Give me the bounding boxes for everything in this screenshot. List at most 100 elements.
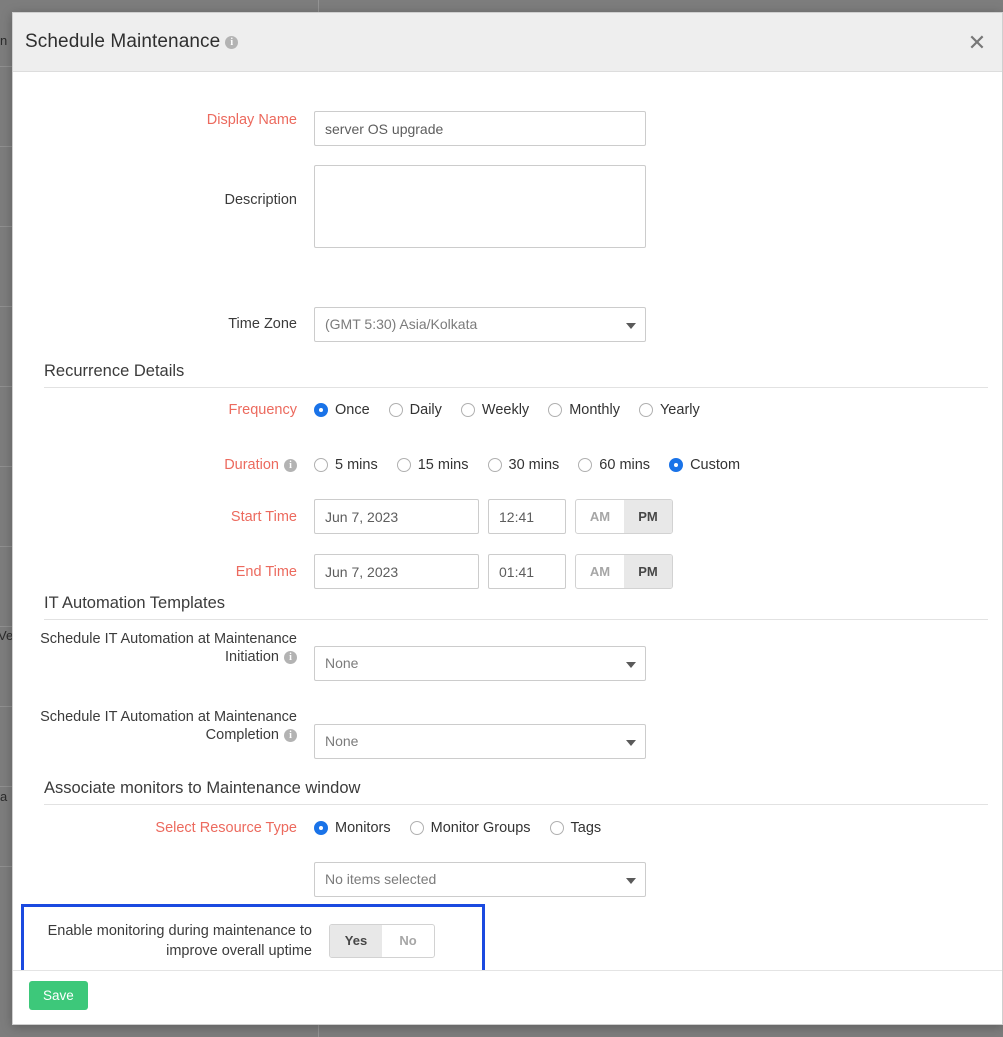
radio-label: Tags [571,820,602,836]
radio-label: Custom [690,457,740,473]
radio-resource-type-monitor-groups[interactable]: Monitor Groups [410,820,531,836]
radio-frequency-weekly[interactable]: Weekly [461,402,529,418]
divider [44,387,988,388]
field-row-start-time: Start Time AM PM [13,499,673,534]
automation-initiation-label: Schedule IT Automation at Maintenance In… [13,630,314,666]
description-textarea[interactable] [314,165,646,248]
chevron-down-icon [626,740,636,746]
automation-completion-label-line2-wrap: Completioni [13,726,297,744]
close-icon[interactable]: ✕ [964,30,990,56]
start-date-input[interactable] [314,499,479,534]
automation-completion-label: Schedule IT Automation at Maintenance Co… [13,708,314,744]
duration-radio-group: 5 mins 15 mins 30 mins 60 mins Custom [314,457,740,473]
end-meridiem-am[interactable]: AM [576,555,624,588]
field-row-description: Description [13,165,646,248]
automation-initiation-label-line2: Initiation [225,649,279,665]
enable-monitoring-highlight: Enable monitoring during maintenance to … [21,904,485,978]
monitors-select-value: No items selected [325,871,436,887]
end-date-input[interactable] [314,554,479,589]
backdrop-text-fragment: n [0,33,7,48]
radio-frequency-daily[interactable]: Daily [389,402,442,418]
automation-initiation-select[interactable]: None [314,646,646,681]
enable-monitoring-label-line1: Enable monitoring during maintenance to [24,921,312,941]
duration-label-text: Duration [224,457,279,473]
radio-label: 5 mins [335,457,378,473]
save-button[interactable]: Save [29,981,88,1010]
time-zone-select[interactable]: (GMT 5:30) Asia/Kolkata [314,307,646,342]
info-icon[interactable]: i [284,651,297,664]
end-time-label: End Time [13,563,314,581]
enable-monitoring-no[interactable]: No [382,925,434,957]
radio-dot-icon [548,403,562,417]
info-icon[interactable]: i [284,729,297,742]
start-meridiem-am[interactable]: AM [576,500,624,533]
automation-completion-label-line1: Schedule IT Automation at Maintenance [13,708,297,726]
radio-label: Monitors [335,820,391,836]
frequency-label: Frequency [13,401,314,419]
section-title: IT Automation Templates [44,594,988,619]
automation-completion-select[interactable]: None [314,724,646,759]
enable-monitoring-label: Enable monitoring during maintenance to … [24,921,329,961]
start-time-meridiem-toggle: AM PM [575,499,673,534]
radio-label: Weekly [482,402,529,418]
radio-frequency-monthly[interactable]: Monthly [548,402,620,418]
automation-completion-value: None [325,733,358,749]
start-meridiem-pm[interactable]: PM [624,500,672,533]
radio-duration-custom[interactable]: Custom [669,457,740,473]
radio-duration-5-mins[interactable]: 5 mins [314,457,378,473]
info-icon[interactable]: i [225,36,238,49]
radio-dot-icon [397,458,411,472]
backdrop-text-fragment: a [0,789,7,804]
time-zone-value: (GMT 5:30) Asia/Kolkata [325,316,477,332]
enable-monitoring-yes[interactable]: Yes [330,925,382,957]
divider [44,619,988,620]
automation-initiation-label-line1: Schedule IT Automation at Maintenance [13,630,297,648]
radio-duration-15-mins[interactable]: 15 mins [397,457,469,473]
field-row-resource-type: Select Resource Type Monitors Monitor Gr… [13,819,601,837]
field-row-items-select: No items selected [13,862,646,897]
radio-frequency-once[interactable]: Once [314,402,370,418]
enable-monitoring-label-line2: improve overall uptime [24,941,312,961]
radio-label: Once [335,402,370,418]
radio-dot-icon [639,403,653,417]
end-time-input[interactable] [488,554,566,589]
time-zone-label: Time Zone [13,307,314,333]
dialog-title-text: Schedule Maintenance [25,31,220,52]
radio-dot-icon [550,821,564,835]
radio-label: 15 mins [418,457,469,473]
radio-dot-icon [578,458,592,472]
field-row-duration: Duration i 5 mins 15 mins 30 mins 60 mins [13,456,740,474]
radio-resource-type-tags[interactable]: Tags [550,820,602,836]
section-title: Associate monitors to Maintenance window [44,779,988,804]
radio-label: Monitor Groups [431,820,531,836]
radio-dot-icon [410,821,424,835]
radio-label: Monthly [569,402,620,418]
radio-duration-30-mins[interactable]: 30 mins [488,457,560,473]
field-row-automation-completion: Schedule IT Automation at Maintenance Co… [13,708,646,759]
dialog-body: Display Name Description Time Zone (GMT … [13,72,1002,972]
radio-duration-60-mins[interactable]: 60 mins [578,457,650,473]
radio-frequency-yearly[interactable]: Yearly [639,402,700,418]
radio-label: Yearly [660,402,700,418]
radio-label: 30 mins [509,457,560,473]
section-recurrence-details: Recurrence Details [44,362,988,388]
start-time-label: Start Time [13,508,314,526]
info-icon[interactable]: i [284,459,297,472]
divider [44,804,988,805]
description-label: Description [13,165,314,209]
field-row-automation-initiation: Schedule IT Automation at Maintenance In… [13,630,646,681]
display-name-input[interactable] [314,111,646,146]
section-it-automation-templates: IT Automation Templates [44,594,988,620]
start-time-input[interactable] [488,499,566,534]
end-time-meridiem-toggle: AM PM [575,554,673,589]
dialog-header: Schedule Maintenance i ✕ [13,13,1002,72]
radio-dot-icon [669,458,683,472]
radio-resource-type-monitors[interactable]: Monitors [314,820,391,836]
schedule-maintenance-dialog: Schedule Maintenance i ✕ Display Name Des… [12,12,1003,1025]
monitors-select[interactable]: No items selected [314,862,646,897]
radio-dot-icon [314,458,328,472]
field-row-time-zone: Time Zone (GMT 5:30) Asia/Kolkata [13,307,646,342]
frequency-radio-group: Once Daily Weekly Monthly Yearly [314,402,700,418]
end-meridiem-pm[interactable]: PM [624,555,672,588]
enable-monitoring-toggle: Yes No [329,924,435,958]
